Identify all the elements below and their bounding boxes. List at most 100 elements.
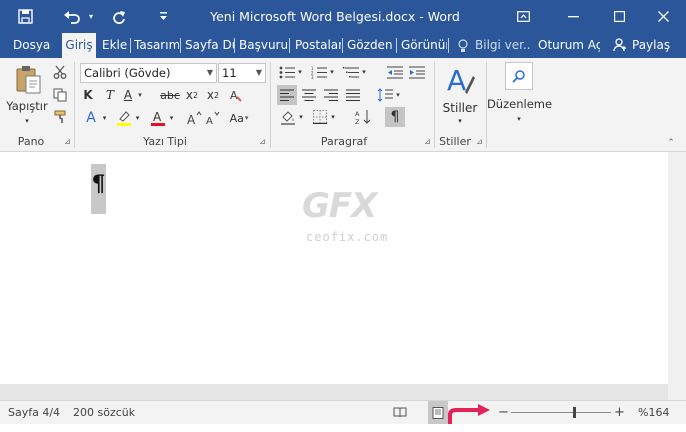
bold-button[interactable]: K bbox=[80, 86, 96, 104]
superscript-button[interactable]: x2 bbox=[205, 86, 221, 104]
zoom-level[interactable]: %164 bbox=[638, 401, 669, 424]
tab-view[interactable]: Görünür bbox=[401, 33, 447, 58]
bullets-icon[interactable] bbox=[278, 64, 296, 80]
undo-icon[interactable] bbox=[58, 0, 86, 33]
document-page[interactable]: ¶ GFX ceofix.com bbox=[0, 152, 668, 384]
tab-layout[interactable]: Sayfa Dü bbox=[185, 33, 234, 58]
paste-dropdown-icon[interactable]: ▾ bbox=[20, 116, 34, 126]
clear-formatting-icon[interactable]: A bbox=[228, 86, 244, 104]
text-effects-dropdown-icon[interactable]: ▾ bbox=[100, 109, 109, 127]
justify-icon[interactable] bbox=[343, 85, 363, 105]
align-left-icon[interactable] bbox=[277, 85, 297, 105]
collapse-ribbon-icon[interactable]: ⌃ bbox=[664, 138, 678, 148]
sort-icon[interactable]: AZ bbox=[354, 108, 372, 126]
share-person-icon[interactable] bbox=[613, 33, 629, 58]
increase-indent-icon[interactable] bbox=[408, 64, 426, 80]
multilevel-list-icon[interactable] bbox=[342, 64, 360, 80]
chevron-down-icon[interactable]: ▼ bbox=[207, 64, 213, 82]
paste-button[interactable]: Yapıştır bbox=[5, 98, 49, 114]
superscript-mark: 2 bbox=[214, 90, 220, 100]
tab-design[interactable]: Tasarım bbox=[134, 33, 179, 58]
font-color-button[interactable]: A bbox=[150, 109, 166, 127]
paragraph-launcher-icon[interactable]: ⊿ bbox=[423, 137, 432, 146]
save-icon[interactable] bbox=[12, 0, 38, 33]
clipboard-launcher-icon[interactable]: ⊿ bbox=[63, 137, 72, 146]
sign-in-link[interactable]: Oturum Aç bbox=[538, 33, 600, 58]
tab-file[interactable]: Dosya bbox=[13, 33, 53, 58]
ribbon-display-options-icon[interactable] bbox=[508, 0, 538, 33]
highlight-dropdown-icon[interactable]: ▾ bbox=[133, 109, 142, 127]
numbering-dropdown-icon[interactable]: ▾ bbox=[328, 64, 336, 80]
zoom-in-button[interactable]: + bbox=[614, 401, 625, 424]
styles-button[interactable]: Stiller bbox=[440, 100, 480, 116]
page-count[interactable]: Sayfa 4/4 bbox=[8, 401, 60, 424]
maximize-icon[interactable] bbox=[604, 0, 634, 33]
underline-button[interactable]: A bbox=[121, 86, 135, 104]
show-marks-button[interactable]: ¶ bbox=[385, 107, 405, 127]
svg-text:A: A bbox=[447, 64, 466, 96]
numbering-icon[interactable]: 123 bbox=[310, 64, 328, 80]
word-count[interactable]: 200 sözcük bbox=[73, 401, 135, 424]
title-bar: ▾ Yeni Microsoft Word Belgesi.docx - Wor… bbox=[0, 0, 686, 33]
editing-dropdown-icon[interactable]: ▾ bbox=[513, 114, 525, 124]
svg-text:3: 3 bbox=[311, 75, 314, 79]
bullets-dropdown-icon[interactable]: ▾ bbox=[296, 64, 304, 80]
search-icon[interactable] bbox=[505, 62, 533, 90]
zoom-slider[interactable] bbox=[511, 401, 611, 424]
tab-separator bbox=[289, 38, 290, 53]
borders-icon[interactable] bbox=[311, 108, 329, 126]
align-center-icon[interactable] bbox=[299, 85, 319, 105]
cut-icon[interactable] bbox=[51, 64, 69, 80]
editing-button[interactable]: Düzenleme bbox=[487, 96, 552, 112]
tell-me-box[interactable]: Bilgi ver... bbox=[475, 33, 530, 58]
shrink-font-icon[interactable]: A bbox=[205, 109, 221, 127]
tab-insert[interactable]: Ekle bbox=[102, 33, 129, 58]
text-effects-button[interactable]: A bbox=[83, 109, 99, 127]
zoom-slider-thumb[interactable] bbox=[573, 407, 576, 418]
shading-icon[interactable] bbox=[279, 108, 297, 126]
font-name-combo[interactable]: Calibri (Gövde) ▼ bbox=[80, 63, 217, 83]
styles-dropdown-icon[interactable]: ▾ bbox=[454, 116, 466, 126]
chevron-down-icon[interactable]: ▼ bbox=[256, 64, 262, 82]
close-icon[interactable] bbox=[648, 0, 678, 33]
decrease-indent-icon[interactable] bbox=[386, 64, 404, 80]
undo-dropdown-icon[interactable]: ▾ bbox=[86, 0, 96, 33]
styles-launcher-icon[interactable]: ⊿ bbox=[475, 137, 484, 146]
multilevel-dropdown-icon[interactable]: ▾ bbox=[360, 64, 368, 80]
print-layout-icon[interactable] bbox=[428, 401, 448, 424]
read-mode-icon[interactable] bbox=[393, 401, 409, 424]
font-color-dropdown-icon[interactable]: ▾ bbox=[167, 109, 176, 127]
paragraph-group-label: Paragraf bbox=[320, 135, 368, 148]
zoom-out-button[interactable]: − bbox=[498, 401, 509, 424]
paragraph-mark[interactable]: ¶ bbox=[91, 164, 106, 214]
italic-button[interactable]: T bbox=[102, 86, 118, 104]
tab-home[interactable]: Giriş bbox=[62, 33, 96, 58]
tab-references[interactable]: Başvurul bbox=[239, 33, 288, 58]
borders-dropdown-icon[interactable]: ▾ bbox=[329, 108, 337, 126]
minimize-icon[interactable] bbox=[558, 0, 588, 33]
vertical-scrollbar[interactable] bbox=[668, 152, 686, 400]
format-painter-icon[interactable] bbox=[51, 109, 69, 125]
line-spacing-dropdown-icon[interactable]: ▾ bbox=[394, 85, 402, 105]
strikethrough-button[interactable]: abc bbox=[159, 86, 181, 104]
customize-qat-icon[interactable] bbox=[156, 0, 170, 33]
redo-icon[interactable] bbox=[108, 0, 130, 33]
share-button[interactable]: Paylaş bbox=[632, 33, 676, 58]
highlight-icon[interactable] bbox=[115, 109, 133, 127]
svg-text:A: A bbox=[153, 110, 162, 124]
copy-icon[interactable] bbox=[51, 87, 69, 103]
font-launcher-icon[interactable]: ⊿ bbox=[258, 137, 267, 146]
styles-gallery-icon[interactable]: A bbox=[442, 62, 478, 98]
subscript-button[interactable]: x2 bbox=[184, 86, 200, 104]
shading-dropdown-icon[interactable]: ▾ bbox=[297, 108, 305, 126]
paste-icon[interactable] bbox=[10, 64, 46, 96]
underline-dropdown-icon[interactable]: ▾ bbox=[135, 86, 145, 104]
tab-mailings[interactable]: Postalar bbox=[295, 33, 341, 58]
document-area: ¶ GFX ceofix.com bbox=[0, 152, 686, 400]
align-right-icon[interactable] bbox=[321, 85, 341, 105]
line-spacing-icon[interactable] bbox=[376, 85, 394, 105]
tab-review[interactable]: Gözden ( bbox=[347, 33, 395, 58]
change-case-button[interactable]: Aa ▾ bbox=[228, 109, 250, 127]
font-size-combo[interactable]: 11 ▼ bbox=[218, 63, 266, 83]
grow-font-icon[interactable]: A bbox=[186, 109, 202, 127]
